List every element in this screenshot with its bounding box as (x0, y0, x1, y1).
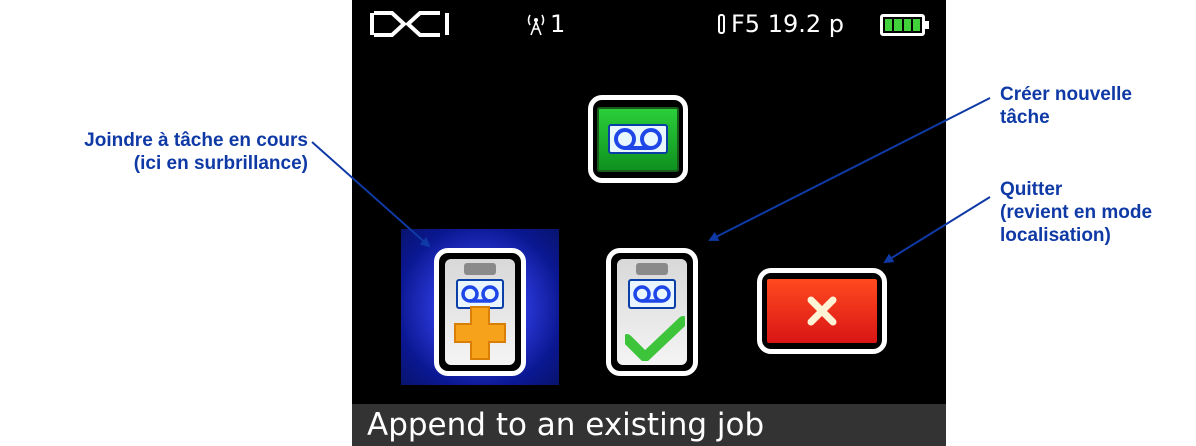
thermometer-icon (718, 14, 725, 34)
append-callout: Joindre à tâche en cours (ici en surbril… (84, 129, 308, 175)
job-menu-tape-tile (588, 95, 688, 183)
clipboard-tape-check-icon (617, 259, 687, 365)
create-callout-line2: tâche (1000, 107, 1050, 128)
create-callout: Créer nouvelle tâche (1000, 83, 1132, 129)
clipboard-tape-plus-icon (445, 259, 515, 365)
frequency-indicator: F5 19.2 p (718, 10, 844, 38)
close-x-icon (767, 279, 877, 343)
antenna-signal-icon (527, 14, 545, 36)
status-message-bar: Append to an existing job (352, 404, 946, 446)
dci-logo (370, 11, 449, 37)
status-bar: 1 F5 19.2 p (352, 0, 946, 50)
signal-channel: 1 (550, 10, 566, 38)
append-callout-line2: (ici en surbrillance) (133, 153, 308, 174)
signal-indicator: 1 (526, 10, 565, 38)
quit-callout-line2: (revient en mode (1000, 202, 1153, 223)
create-job-button[interactable] (606, 248, 698, 376)
status-message: Append to an existing job (367, 407, 765, 443)
append-job-button[interactable] (434, 248, 526, 376)
battery-full-icon (880, 14, 929, 36)
frequency-text: F5 19.2 p (731, 10, 845, 38)
append-callout-line1: Joindre à tâche en cours (84, 130, 308, 151)
tape-record-icon (597, 106, 679, 172)
receiver-screen: 1 F5 19.2 p Append to an existing job (352, 0, 946, 446)
quit-callout-line3: localisation) (1000, 225, 1111, 246)
quit-callout-line1: Quitter (1000, 179, 1063, 200)
quit-button[interactable] (757, 268, 887, 354)
create-callout-line1: Créer nouvelle (1000, 84, 1132, 105)
quit-callout: Quitter (revient en mode localisation) (1000, 178, 1152, 247)
